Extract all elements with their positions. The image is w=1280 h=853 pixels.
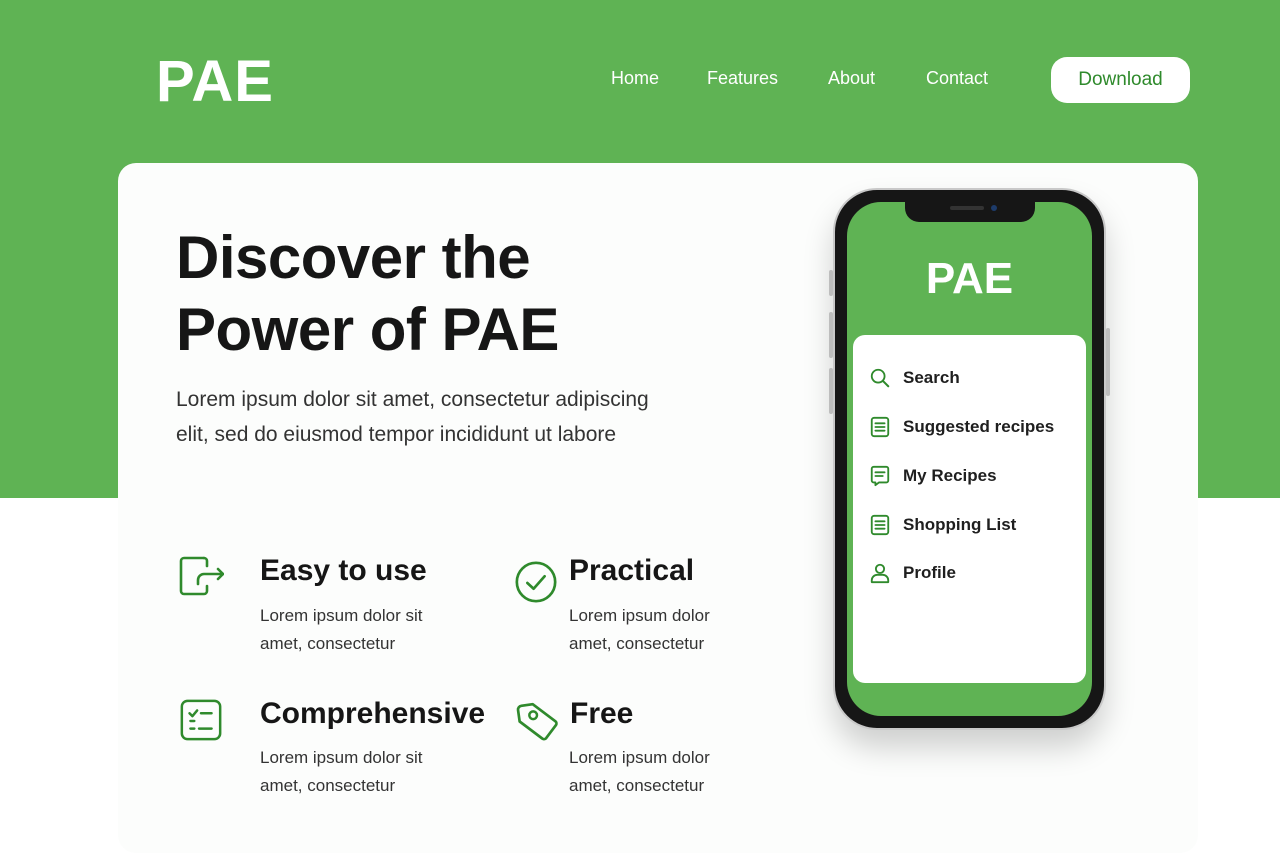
menu-item-label: Profile xyxy=(903,563,956,582)
phone-power-button xyxy=(1106,328,1110,396)
hero-title-line-2: Power of PAE xyxy=(176,296,559,363)
download-button[interactable]: Download xyxy=(1051,57,1190,103)
nav-link-about[interactable]: About xyxy=(828,68,875,89)
phone-volume-down-button xyxy=(829,368,833,414)
feature-title: Practical xyxy=(569,554,695,587)
hero-title: Discover the Power of PAE xyxy=(176,222,736,366)
phone-screen: PAE Search Suggested recipes My Recipes … xyxy=(847,202,1092,716)
user-icon xyxy=(870,563,890,584)
feature-desc-line-1: Lorem ipsum dolor sit xyxy=(260,748,423,767)
feature-title: Free xyxy=(570,697,634,730)
feature-desc-line-2: amet, consectetur xyxy=(260,634,396,653)
hero-subtitle-line-2: elit, sed do eiusmod tempor incididunt u… xyxy=(176,423,617,446)
document-icon xyxy=(870,416,890,438)
feature-desc-line-2: amet, consectetur xyxy=(569,634,705,653)
feature-title: Easy to use xyxy=(260,554,427,587)
feature-desc-line-1: Lorem ipsum dolor sit xyxy=(260,606,423,625)
menu-item-label: Suggested recipes xyxy=(903,417,1055,436)
menu-item-suggested-recipes[interactable]: Suggested recipes xyxy=(869,412,1079,442)
exit-door-icon xyxy=(179,556,224,596)
menu-item-label: Shopping List xyxy=(903,515,1017,534)
hero-title-line-1: Discover the xyxy=(176,224,531,291)
menu-item-search[interactable]: Search xyxy=(869,363,1079,393)
feature-desc-line-2: amet, consectetur xyxy=(260,776,396,795)
feature-desc-line-1: Lorem ipsum dolor xyxy=(569,606,710,625)
check-circle-icon xyxy=(515,561,557,603)
app-logo: PAE xyxy=(925,254,1014,303)
list-icon xyxy=(870,514,890,536)
nav-link-home[interactable]: Home xyxy=(611,68,659,89)
hero-subtitle-line-1: Lorem ipsum dolor sit amet, consectetur … xyxy=(176,388,649,411)
tag-icon xyxy=(516,702,558,741)
phone-notch xyxy=(905,202,1035,222)
checklist-icon xyxy=(180,699,222,741)
menu-item-label: Search xyxy=(903,368,960,387)
phone-mockup: PAE Search Suggested recipes My Recipes … xyxy=(829,188,1110,730)
phone-side-button xyxy=(829,270,833,296)
phone-speaker xyxy=(950,206,984,210)
feature-description: Lorem ipsum dolor amet, consectetur xyxy=(569,602,759,658)
feature-title: Comprehensive xyxy=(260,697,486,730)
search-icon xyxy=(870,368,890,388)
feature-desc-line-1: Lorem ipsum dolor xyxy=(569,748,710,767)
message-document-icon xyxy=(870,465,890,487)
feature-desc-line-2: amet, consectetur xyxy=(569,776,705,795)
phone-volume-up-button xyxy=(829,312,833,358)
feature-description: Lorem ipsum dolor sit amet, consectetur xyxy=(260,602,450,658)
menu-item-label: My Recipes xyxy=(903,466,997,485)
phone-camera xyxy=(991,205,997,211)
nav-link-features[interactable]: Features xyxy=(707,68,778,89)
feature-description: Lorem ipsum dolor sit amet, consectetur xyxy=(260,744,450,800)
feature-description: Lorem ipsum dolor amet, consectetur xyxy=(569,744,759,800)
menu-item-profile[interactable]: Profile xyxy=(869,558,1079,588)
nav-link-contact[interactable]: Contact xyxy=(926,68,988,89)
menu-item-shopping-list[interactable]: Shopping List xyxy=(869,510,1079,540)
hero-subtitle: Lorem ipsum dolor sit amet, consectetur … xyxy=(176,382,716,452)
app-menu: Search Suggested recipes My Recipes Shop… xyxy=(853,335,1086,683)
menu-item-my-recipes[interactable]: My Recipes xyxy=(869,461,1079,491)
